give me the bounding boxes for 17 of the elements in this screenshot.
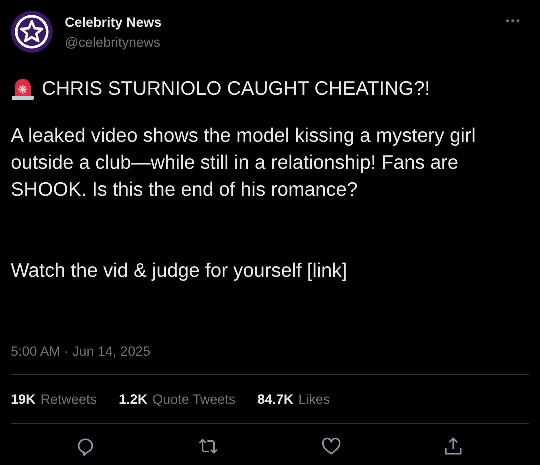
stat-label[interactable]: Retweets — [40, 392, 98, 407]
stat-label[interactable]: Likes — [298, 392, 330, 407]
stat-label[interactable]: Quote Tweets — [152, 392, 236, 407]
tweet-timestamp[interactable]: 5:00 AM · Jun 14, 2025 — [11, 344, 529, 359]
author-name[interactable]: Celebrity News — [65, 15, 162, 30]
stat-count[interactable]: 1.2K — [119, 392, 148, 407]
siren-icon — [11, 77, 35, 101]
tweet-text: A leaked video shows the model kissing a mystery girl outside a club—while still in a relationship! Fans are SHOOK. Is this the end of his romance? — [11, 124, 477, 203]
retweet-icon[interactable] — [198, 436, 220, 457]
like-icon[interactable] — [320, 436, 342, 457]
author-handle[interactable]: @celebritynews — [65, 35, 162, 50]
tweet-headline: CHRIS STURNIOLO CAUGHT CHEATING?! — [42, 78, 430, 100]
more-icon[interactable] — [506, 19, 520, 23]
tweet-text: Watch the vid & judge for yourself [link] — [11, 259, 348, 284]
share-icon[interactable] — [443, 436, 464, 457]
stat-count[interactable]: 84.7K — [258, 392, 294, 407]
stat-count[interactable]: 19K — [11, 392, 36, 407]
